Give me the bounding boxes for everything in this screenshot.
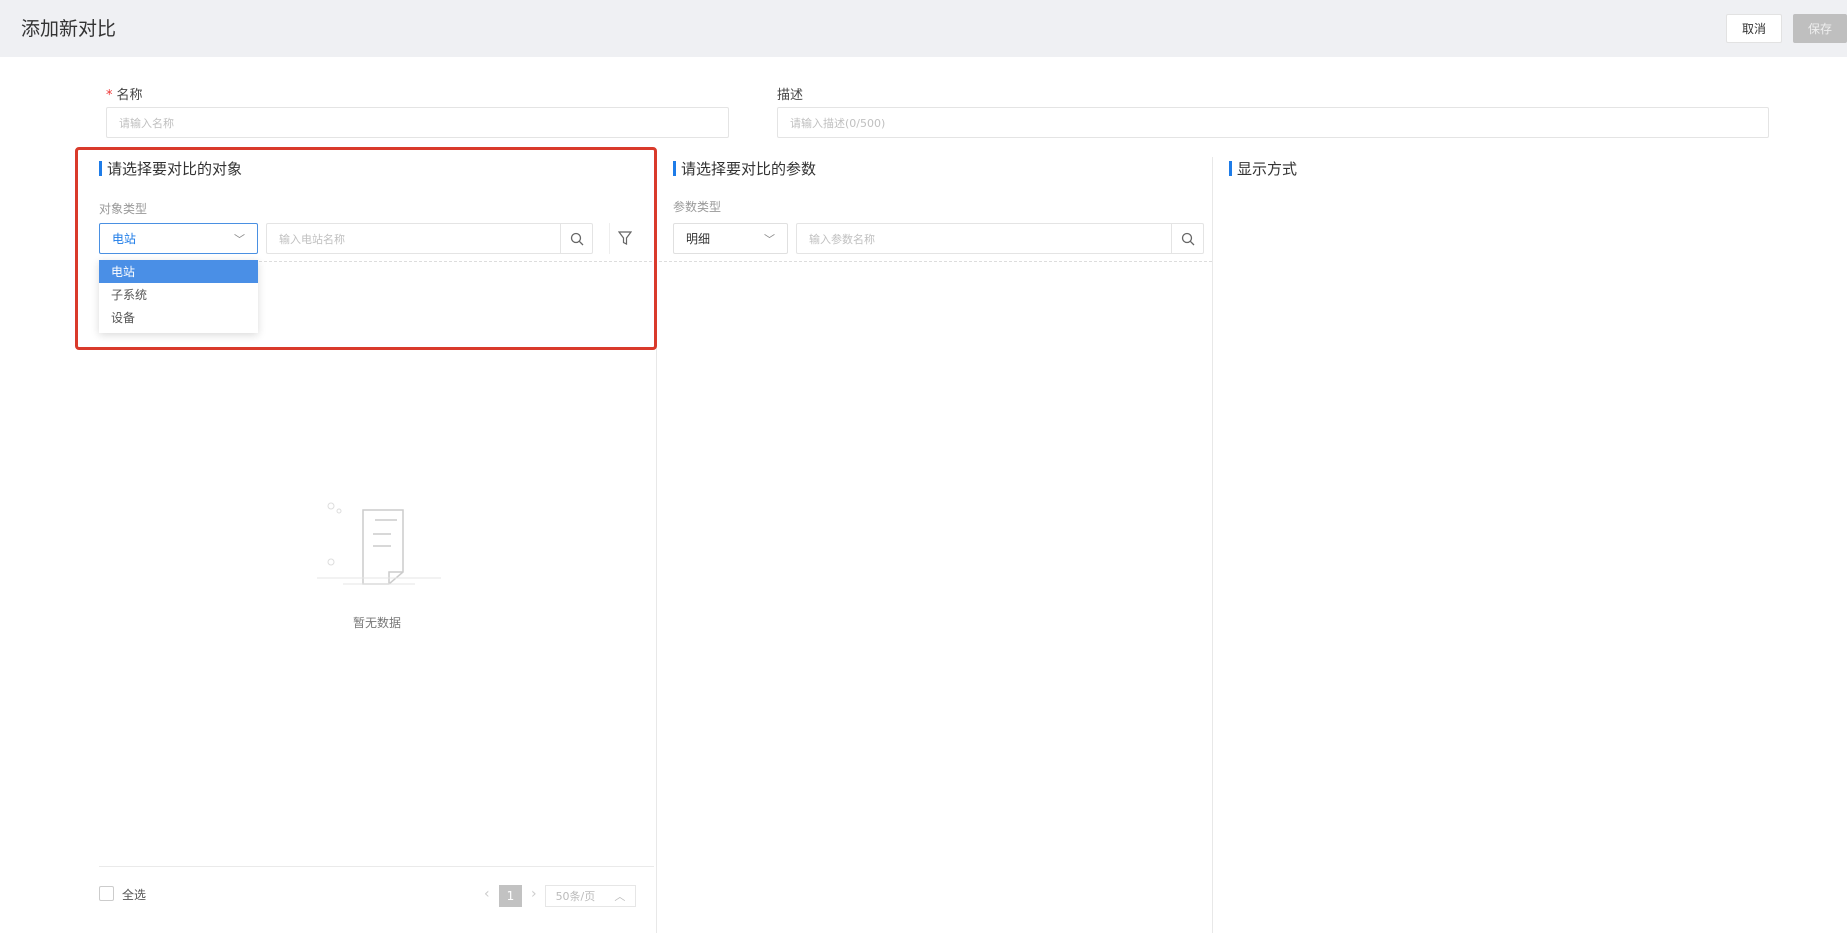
chevron-up-icon: ︿ [614, 890, 626, 903]
param-search-input[interactable]: 输入参数名称 [796, 223, 1204, 254]
param-search-placeholder: 输入参数名称 [809, 232, 875, 246]
param-type-select[interactable]: 明细 ﹀ [673, 223, 788, 254]
params-title-text: 请选择要对比的参数 [681, 160, 817, 178]
name-label-text: 名称 [116, 88, 143, 103]
highlight-box [75, 147, 657, 350]
select-all-label[interactable]: 全选 [122, 886, 146, 903]
empty-data-icon [317, 502, 441, 585]
cancel-button[interactable]: 取消 [1726, 14, 1782, 43]
description-label: 描述 [777, 88, 804, 103]
page-title: 添加新对比 [21, 18, 117, 40]
page-size-select[interactable]: 50条/页 ︿ [545, 885, 636, 907]
footer-divider [99, 866, 654, 867]
prev-page-button[interactable]: ‹ [484, 886, 490, 902]
description-placeholder: 请输入描述(0/500) [790, 116, 886, 130]
description-input[interactable]: 请输入描述(0/500) [777, 107, 1769, 138]
page-header [0, 0, 1847, 57]
display-section-title: 显示方式 [1229, 158, 1297, 179]
chevron-down-icon: ﹀ [764, 232, 775, 246]
search-icon [1181, 232, 1194, 245]
empty-data-text: 暂无数据 [352, 616, 401, 630]
name-input[interactable]: 请输入名称 [106, 107, 729, 138]
save-button[interactable]: 保存 [1793, 14, 1847, 43]
display-title-text: 显示方式 [1237, 160, 1298, 178]
name-placeholder: 请输入名称 [119, 116, 174, 130]
next-page-button[interactable]: › [531, 886, 537, 902]
params-section-title: 请选择要对比的参数 [673, 158, 816, 179]
accent-bar [673, 161, 676, 176]
page-1-button[interactable]: 1 [499, 885, 522, 907]
page-size-value: 50条/页 [555, 890, 596, 903]
column-divider [1212, 157, 1213, 933]
param-type-label: 参数类型 [673, 200, 722, 214]
name-label: * 名称 [106, 84, 143, 103]
search-button[interactable] [1171, 224, 1203, 253]
accent-bar [1229, 161, 1232, 176]
param-type-value: 明细 [686, 232, 711, 246]
required-mark: * [106, 88, 113, 103]
select-all-checkbox[interactable] [99, 886, 114, 901]
